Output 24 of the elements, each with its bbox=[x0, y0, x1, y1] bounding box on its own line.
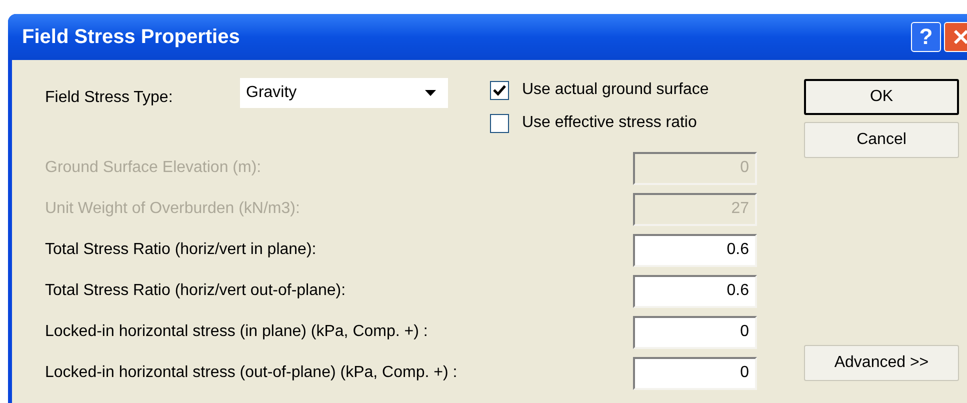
field-label: Total Stress Ratio (horiz/vert out-of-plane): bbox=[45, 281, 347, 301]
help-button[interactable]: ? bbox=[911, 22, 941, 52]
field-label: Locked-in horizontal stress (out-of-plane) (kPa, Comp. +) : bbox=[45, 363, 458, 383]
field-label: Total Stress Ratio (horiz/vert in plane): bbox=[45, 240, 318, 260]
checkbox-label: Use effective stress ratio bbox=[522, 113, 697, 133]
dialog-button[interactable]: Cancel bbox=[804, 122, 959, 158]
field-label: Field Stress Type: bbox=[45, 88, 174, 108]
input-field[interactable]: 0 bbox=[633, 316, 757, 348]
dialog-button[interactable]: OK bbox=[804, 79, 959, 115]
field-label: Unit Weight of Overburden (kN/m3): bbox=[45, 199, 301, 219]
checkbox-label: Use actual ground surface bbox=[522, 80, 709, 100]
advanced-button[interactable]: Advanced >> bbox=[804, 345, 959, 381]
checkbox[interactable] bbox=[490, 80, 509, 100]
field-label: Locked-in horizontal stress (in plane) (kPa, Comp. +) : bbox=[45, 322, 429, 342]
input-field[interactable]: 0 bbox=[633, 356, 757, 390]
dropdown-arrow-icon bbox=[425, 90, 436, 96]
input-field[interactable]: 0.6 bbox=[633, 274, 757, 308]
dropdown-field[interactable]: Gravity bbox=[240, 78, 448, 108]
check-icon bbox=[493, 84, 506, 96]
field-label: Ground Surface Elevation (m): bbox=[45, 158, 262, 178]
checkbox[interactable] bbox=[490, 114, 509, 132]
input-field[interactable]: 0.6 bbox=[633, 234, 757, 266]
close-icon bbox=[953, 29, 967, 45]
window-title: Field Stress Properties bbox=[22, 25, 241, 50]
